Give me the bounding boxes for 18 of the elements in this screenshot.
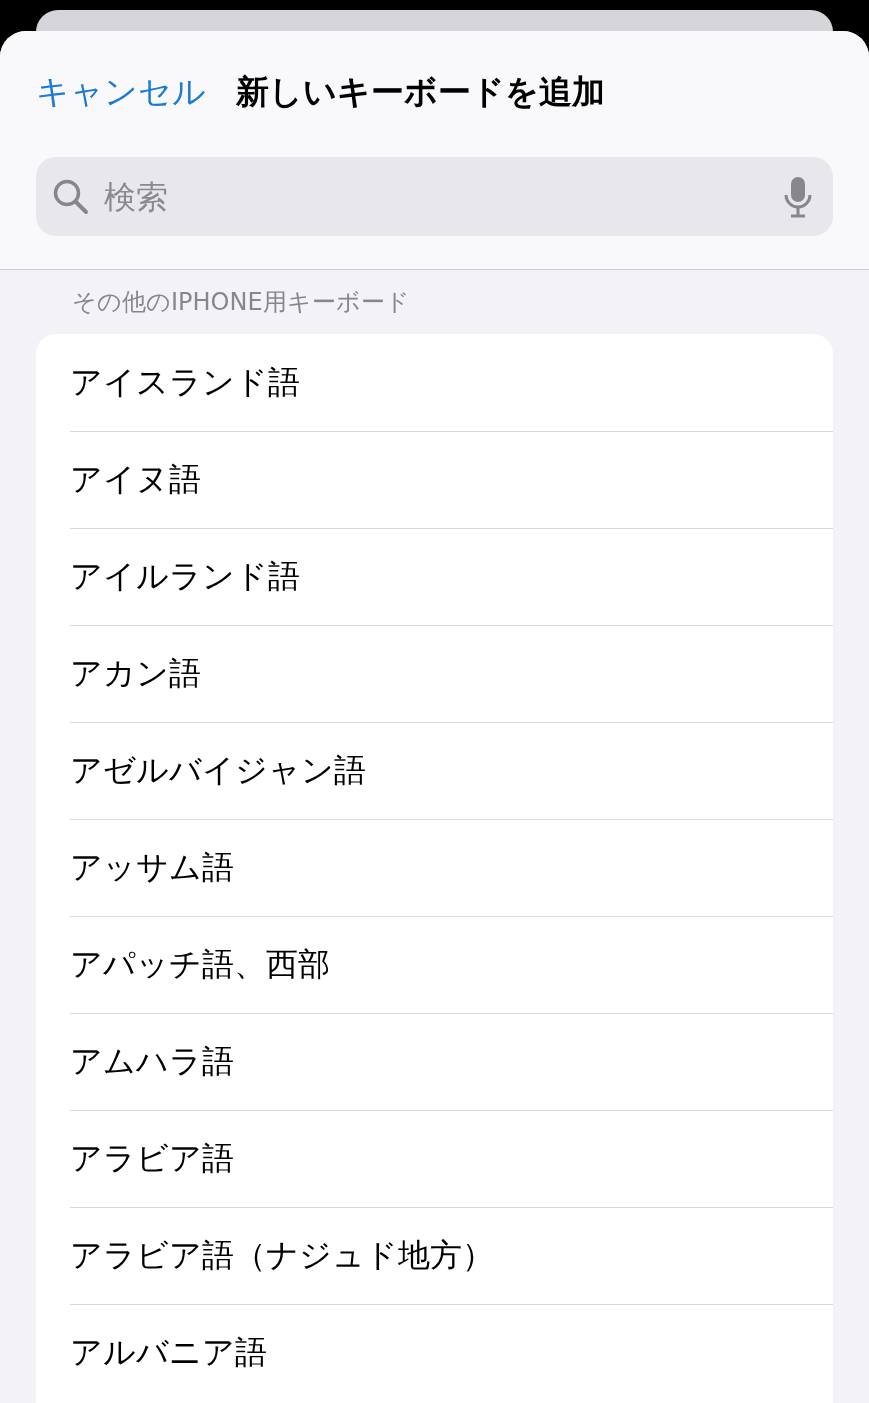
keyboard-item[interactable]: アイスランド語 [70,361,300,405]
keyboard-item[interactable]: アラビア語（ナジュド地方） [70,1234,494,1278]
keyboard-item[interactable]: アカン語 [70,652,201,696]
section-header: その他のIPHONE用キーボード [71,287,411,318]
keyboard-item[interactable]: アイルランド語 [70,555,300,599]
search-bar[interactable]: 検索 [36,157,833,236]
search-field[interactable]: 検索 [102,176,771,217]
keyboard-item[interactable]: アイヌ語 [70,458,201,502]
keyboard-item[interactable]: アムハラ語 [70,1040,234,1084]
keyboard-item[interactable]: アパッチ語、西部 [70,943,330,987]
keyboard-item[interactable]: アルバニア語 [70,1331,267,1375]
keyboard-item[interactable]: アッサム語 [70,846,234,890]
keyboard-item[interactable]: アゼルバイジャン語 [70,749,366,793]
cancel-button[interactable]: キャンセル [36,69,206,115]
microphone-icon[interactable] [783,175,813,218]
sheet-title: 新しいキーボードを追加 [236,70,605,113]
search-icon [52,177,90,216]
keyboard-item[interactable]: アラビア語 [70,1137,234,1181]
